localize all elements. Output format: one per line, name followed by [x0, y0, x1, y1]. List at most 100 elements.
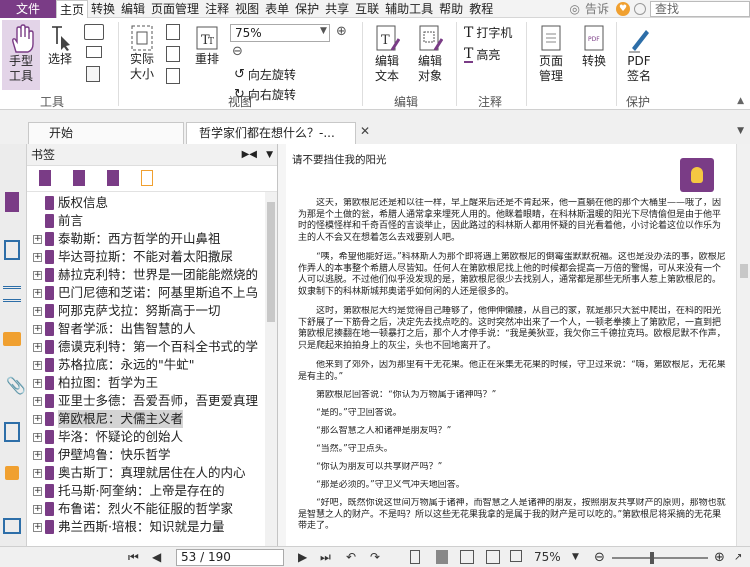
menu-protect[interactable]: 保护 — [292, 0, 322, 18]
add-child-bookmark-icon[interactable] — [107, 170, 119, 186]
expand-icon[interactable]: + — [33, 522, 42, 532]
menu-form[interactable]: 表单 — [262, 0, 292, 18]
hand-tool-button[interactable]: 手型 工具 — [2, 20, 40, 90]
scroll-thumb[interactable] — [267, 202, 275, 322]
zoom-in-icon[interactable]: ⊕ — [336, 24, 347, 39]
bookmark-item[interactable]: + 赫拉克利特：世界是一团能能燃烧的 — [33, 266, 258, 284]
zoom-dropdown-icon[interactable]: ▼ — [572, 550, 579, 565]
bookmark-item[interactable]: + 德谟克利特：第一个百科全书式的学 — [33, 338, 258, 356]
pdf-sign-button[interactable]: PDF 签名 — [620, 24, 658, 84]
facing-page-icon[interactable] — [460, 550, 474, 564]
convert-button[interactable]: PDF 转换 — [576, 24, 612, 69]
chevron-down-icon[interactable]: ▼ — [320, 26, 327, 36]
menu-home[interactable]: 主页 — [56, 0, 89, 18]
highlight-button[interactable]: T 高亮 — [464, 46, 500, 63]
expand-icon[interactable]: + — [33, 378, 42, 388]
edit-object-button[interactable]: 编辑 对象 — [410, 24, 450, 84]
reflow-button[interactable]: TT 重排 — [190, 24, 224, 67]
menu-connect[interactable]: 互联 — [352, 0, 382, 18]
tell-me-label[interactable]: 告诉 — [582, 0, 612, 18]
next-view-icon[interactable]: ↷ — [370, 550, 380, 565]
expand-icon[interactable]: + — [33, 432, 42, 442]
search-input[interactable]: 查找 — [650, 1, 750, 17]
bookmark-properties-icon[interactable] — [141, 170, 153, 186]
rotate-left-button[interactable]: ↺ 向左旋转 — [234, 66, 296, 83]
zoom-out-icon[interactable]: ⊖ — [232, 44, 243, 59]
add-bookmark-icon[interactable] — [73, 170, 85, 186]
expand-icon[interactable]: + — [33, 306, 42, 316]
expand-icon[interactable]: + — [33, 360, 42, 370]
menu-view[interactable]: 视图 — [232, 0, 262, 18]
bookmark-item[interactable]: 前言 — [45, 212, 83, 230]
document-view[interactable]: 请不要挡住我的阳光 这天，第欧根尼还是和以往一样，早上醒来后还是不肯起来，他一直… — [278, 144, 750, 546]
next-page-icon[interactable]: ▶ — [298, 550, 307, 565]
bookmark-item[interactable]: + 亚里士多德：吾爱吾师，吾更爱真理 — [33, 392, 258, 410]
expand-icon[interactable]: + — [33, 396, 42, 406]
bookmark-item[interactable]: + 毕达哥拉斯：不能对着太阳撒尿 — [33, 248, 233, 266]
menu-file[interactable]: 文件 — [0, 0, 56, 18]
bookmark-item[interactable]: + 柏拉图：哲学为王 — [33, 374, 158, 392]
expand-icon[interactable]: + — [33, 234, 42, 244]
signature-panel-icon[interactable] — [4, 422, 20, 442]
page-manage-button[interactable]: 页面 管理 — [530, 24, 572, 84]
bookmark-panel-icon[interactable] — [5, 192, 19, 212]
bookmark-item[interactable]: + 布鲁诺：烈火不能征服的哲学家 — [33, 500, 233, 518]
lightbulb-icon[interactable] — [680, 158, 714, 192]
fit-width-icon[interactable] — [166, 46, 180, 62]
expand-icon[interactable]: + — [33, 288, 42, 298]
expand-icon[interactable]: + — [33, 486, 42, 496]
menu-edit[interactable]: 编辑 — [118, 0, 148, 18]
heart-icon[interactable]: ♥ — [616, 2, 630, 16]
zoom-select[interactable]: 75% — [230, 24, 330, 42]
bookmark-item[interactable]: + 泰勒斯：西方哲学的开山鼻祖 — [33, 230, 221, 248]
comments-icon[interactable] — [3, 332, 21, 346]
security-lock-icon[interactable] — [5, 466, 19, 480]
continuous-page-icon[interactable] — [436, 550, 448, 564]
menu-convert[interactable]: 转换 — [88, 0, 118, 18]
bookmark-item[interactable]: + 阿那克萨戈拉：努斯高于一切 — [33, 302, 221, 320]
snapshot-icon[interactable] — [86, 46, 102, 58]
panel-menu-icon[interactable]: ▶◀ — [242, 144, 257, 166]
bookmark-item[interactable]: + 毕洛：怀疑论的创始人 — [33, 428, 183, 446]
expand-icon[interactable]: + — [33, 324, 42, 334]
pdf-page[interactable]: 请不要挡住我的阳光 这天，第欧根尼还是和以往一样，早上醒来后还是不肯起来，他一直… — [286, 144, 736, 546]
single-page-icon[interactable] — [410, 550, 420, 564]
pages-icon[interactable] — [3, 518, 21, 534]
bookmark-item[interactable]: 版权信息 — [45, 194, 108, 212]
delete-bookmark-icon[interactable] — [39, 170, 51, 186]
expand-icon[interactable]: + — [33, 414, 42, 424]
menu-comment[interactable]: 注释 — [202, 0, 232, 18]
actual-size-button[interactable]: 实际 大小 — [124, 24, 160, 82]
menu-help[interactable]: 帮助 — [436, 0, 466, 18]
menu-tutorial[interactable]: 教程 — [466, 0, 496, 18]
bookmark-item[interactable]: + 巴门尼德和芝诺：阿基里斯追不上乌 — [33, 284, 258, 302]
expand-icon[interactable]: + — [33, 450, 42, 460]
previous-view-icon[interactable]: ↶ — [346, 550, 356, 565]
fit-window-icon[interactable]: ↗ — [734, 550, 742, 565]
bookmark-item[interactable]: + 伊壁鸠鲁：快乐哲学 — [33, 446, 171, 464]
clipboard-icon[interactable] — [86, 66, 100, 82]
expand-icon[interactable]: + — [33, 468, 42, 478]
zoom-slider[interactable] — [612, 552, 708, 564]
menu-page-manage[interactable]: 页面管理 — [148, 0, 202, 18]
fit-visible-icon[interactable] — [166, 68, 180, 84]
page-thumbnails-icon[interactable] — [4, 240, 20, 260]
bookmark-item[interactable]: + 弗兰西斯·培根：知识就是力量 — [33, 518, 224, 536]
bookmark-item[interactable]: + 托马斯·阿奎纳：上帝是存在的 — [33, 482, 224, 500]
expand-icon[interactable]: + — [33, 342, 42, 352]
bookmark-item[interactable]: + 智者学派：出售智慧的人 — [33, 320, 196, 338]
screenshot-icon[interactable] — [84, 24, 104, 40]
menu-accessibility[interactable]: 辅助工具 — [382, 0, 436, 18]
fit-page-icon[interactable] — [166, 24, 180, 40]
attachment-icon[interactable]: 📎 — [6, 376, 26, 395]
page-number-input[interactable]: 53 / 190 — [176, 549, 284, 566]
expand-icon[interactable]: + — [33, 252, 42, 262]
scroll-thumb[interactable] — [740, 264, 748, 278]
tab-document[interactable]: 哲学家们都在想什么？-... — [186, 122, 356, 144]
bookmark-scrollbar[interactable] — [265, 192, 277, 546]
continuous-facing-icon[interactable] — [486, 550, 500, 564]
bookmark-item[interactable]: + 苏格拉底：永远的"牛虻" — [33, 356, 195, 374]
zoom-in-icon[interactable]: ⊕ — [714, 550, 725, 565]
bookmark-item[interactable]: + 第欧根尼：犬儒主义者 — [33, 410, 184, 428]
fullscreen-icon[interactable] — [510, 550, 522, 562]
